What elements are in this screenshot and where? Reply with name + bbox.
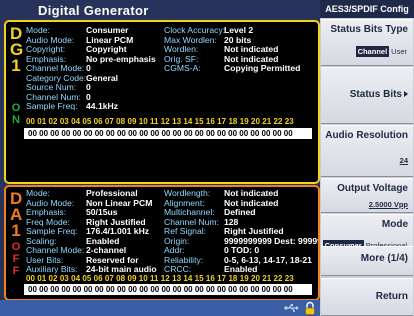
status-bits-label-text: Status Bits <box>349 89 402 100</box>
da1-output-state: O F F <box>10 241 22 277</box>
status-bits-type-toggle[interactable]: Channel User <box>355 46 409 57</box>
dg1-state-letter: N <box>12 114 20 126</box>
field-value: 44.1kHz <box>86 101 119 111</box>
digital-generator-screen: Digital Generator D G 1 O N Mode: Consume… <box>0 0 414 316</box>
da1-channel-panel[interactable]: D A 1 O F F Mode: Professional Wordlength:… <box>4 185 320 301</box>
submenu-arrow-icon <box>404 91 408 98</box>
dg1-bit-values: 00 00 00 00 00 00 00 00 00 00 00 00 00 0… <box>24 128 312 139</box>
field-value: Copying Permitted <box>224 63 301 73</box>
dg1-channel-panel[interactable]: D G 1 O N Mode: Consumer Clock Accuracy: Le… <box>4 20 320 184</box>
status-bits-softkey[interactable]: Status Bits <box>321 67 413 124</box>
usb-icon <box>284 304 299 312</box>
output-voltage-value[interactable]: 2.5000 Vpp <box>369 200 408 209</box>
field-label: CGMS-A: <box>164 63 201 73</box>
status-bits-type-channel-option[interactable]: Channel <box>355 46 390 57</box>
da1-channel-id: D A 1 <box>10 190 22 240</box>
more-softkey-button[interactable]: More (1/4) <box>321 246 413 276</box>
audio-resolution-label: Audio Resolution <box>325 130 408 141</box>
lock-icon <box>305 301 315 315</box>
menu-title: AES3/SPDIF Config <box>320 0 414 18</box>
softkey-menu: AES3/SPDIF Config Status Bits Type Chann… <box>320 0 414 316</box>
dg1-letter: 1 <box>11 56 21 75</box>
da1-state-letter: F <box>12 265 20 277</box>
da1-status-fields: Mode: Professional Wordlength: Not indicate… <box>26 188 318 275</box>
page-title: Digital Generator <box>38 3 149 18</box>
da1-bit-index-header: 00 01 02 03 04 05 06 07 08 09 10 11 12 1… <box>26 274 294 283</box>
return-softkey[interactable]: Return <box>321 278 413 316</box>
dg1-bit-index-header: 00 01 02 03 04 05 06 07 08 09 10 11 12 1… <box>26 117 294 126</box>
status-bits-type-softkey[interactable]: Status Bits Type Channel User <box>321 19 413 66</box>
audio-resolution-value[interactable]: 24 <box>400 156 408 165</box>
return-label: Return <box>375 291 408 302</box>
output-voltage-softkey[interactable]: Output Voltage 2.5000 Vpp <box>321 178 413 213</box>
da1-letter: 1 <box>11 221 21 240</box>
mode-label: Mode <box>381 219 408 230</box>
da1-bit-values: 00 00 00 00 00 00 00 00 00 00 00 00 00 0… <box>24 284 312 295</box>
field-label: Sample Freq: <box>26 101 78 111</box>
more-label: More (1/4) <box>360 253 408 264</box>
dg1-state-letter: O <box>11 102 21 114</box>
main-display: Digital Generator D G 1 O N Mode: Consume… <box>0 0 320 316</box>
status-field-row: Sample Freq: 44.1kHz <box>26 101 314 112</box>
status-bits-label: Status Bits <box>350 89 408 100</box>
status-bits-type-label: Status Bits Type <box>330 24 408 35</box>
dg1-output-state: O N <box>10 102 22 126</box>
output-voltage-label: Output Voltage <box>337 183 408 194</box>
da1-state-letter: F <box>12 253 20 265</box>
dg1-channel-id: D G 1 <box>10 25 23 75</box>
audio-resolution-softkey[interactable]: Audio Resolution 24 <box>321 125 413 177</box>
status-bar <box>0 300 320 316</box>
dg1-status-fields: Mode: Consumer Clock Accuracy: Level 2 Audio… <box>26 25 314 112</box>
da1-state-letter: O <box>11 241 21 253</box>
status-bits-type-user-option[interactable]: User <box>389 46 409 57</box>
field-value: No pre-emphasis <box>86 53 156 64</box>
